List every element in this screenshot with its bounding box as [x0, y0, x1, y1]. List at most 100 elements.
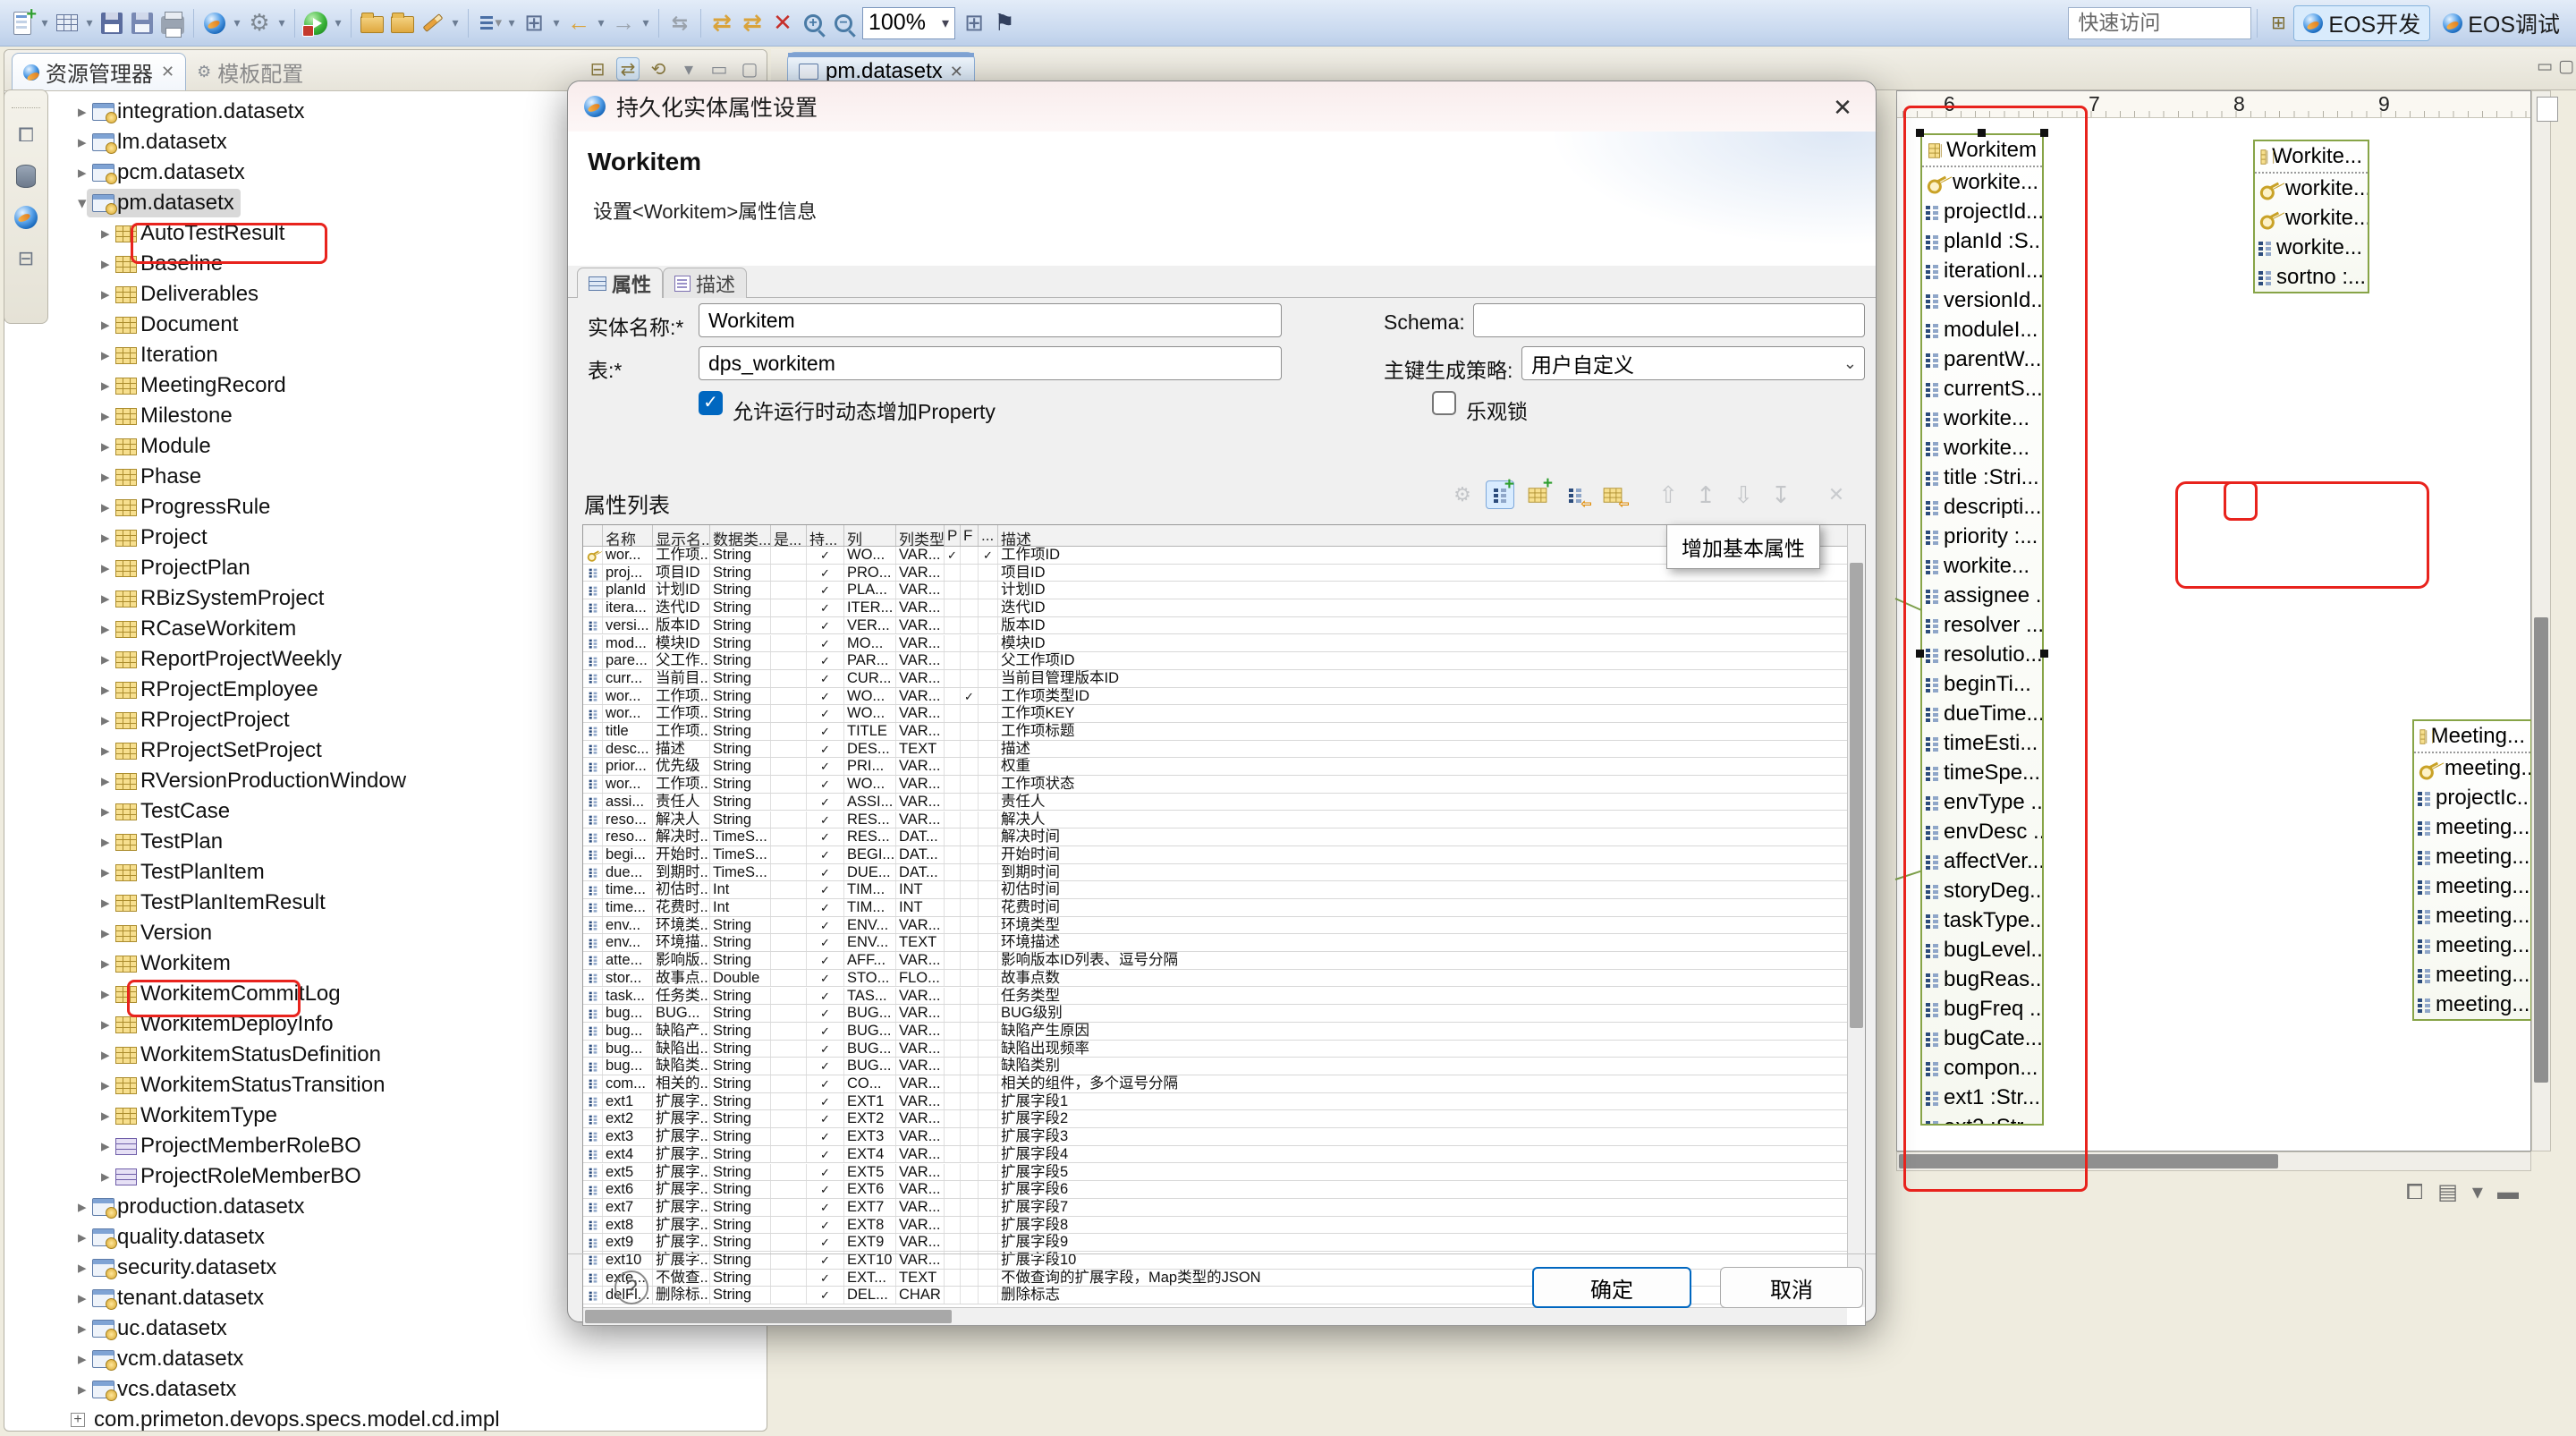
link-with-editor-icon[interactable]: ⇄: [616, 57, 640, 81]
entity-field[interactable]: ext2 :Str...: [1922, 1112, 2042, 1126]
table-row[interactable]: ext4扩展字...String✓EXT4VAR...扩展字段4: [583, 1146, 1847, 1164]
entity-field[interactable]: envType ...: [1922, 787, 2042, 817]
entity-field[interactable]: meeting...: [2414, 930, 2530, 960]
column-header[interactable]: 显示名...: [653, 525, 710, 546]
entity-field[interactable]: descripti...: [1922, 492, 2042, 522]
table-row[interactable]: ext2扩展字...String✓EXT2VAR...扩展字段2: [583, 1110, 1847, 1128]
save-all-icon[interactable]: [129, 10, 156, 37]
table-row[interactable]: ext3扩展字...String✓EXT3VAR...扩展字段3: [583, 1128, 1847, 1146]
restore-view-icon[interactable]: ⧠: [12, 121, 40, 149]
perspective-button-eos-dev[interactable]: EOS开发: [2293, 5, 2430, 41]
tree-item-vcs-datasetx[interactable]: ▸vcs.datasetx: [4, 1374, 767, 1405]
column-header[interactable]: 数据类...: [710, 525, 771, 546]
add-fk-property-icon[interactable]: ⇦: [1598, 480, 1627, 509]
chevron-right-icon[interactable]: ▸: [101, 467, 110, 488]
table-row[interactable]: proj...项目IDString✓PRO...VAR...项目ID: [583, 565, 1847, 582]
dynamic-property-checkbox[interactable]: ✓: [699, 391, 723, 415]
tree-item-vcm-datasetx[interactable]: ▸vcm.datasetx: [4, 1344, 767, 1374]
layout-grid-icon[interactable]: ⊞: [961, 10, 987, 37]
entity-field[interactable]: moduleI...: [1922, 315, 2042, 344]
entity-field[interactable]: currentS...: [1922, 374, 2042, 404]
perspective-button-eos-debug[interactable]: EOS调试: [2434, 5, 2569, 41]
entity-field[interactable]: bugReas...: [1922, 964, 2042, 994]
chevron-right-icon[interactable]: ▸: [101, 954, 110, 974]
entity-field[interactable]: assignee ...: [1922, 581, 2042, 610]
entity-field[interactable]: meeting...: [2414, 990, 2530, 1019]
minimize-editor-icon[interactable]: ▭: [2537, 56, 2553, 77]
delete-icon[interactable]: ✕: [769, 10, 796, 37]
chevron-right-icon[interactable]: ▸: [101, 984, 110, 1005]
chevron-right-icon[interactable]: ▸: [101, 741, 110, 761]
table-row[interactable]: wor...工作项...String✓WO...VAR...工作项状态: [583, 776, 1847, 794]
chevron-right-icon[interactable]: ▸: [101, 254, 110, 275]
table-row[interactable]: bug...缺陷出...String✓BUG...VAR...缺陷出现频率: [583, 1041, 1847, 1058]
entity-field[interactable]: dueTime...: [1922, 699, 2042, 728]
move-bottom-icon[interactable]: ↧: [1767, 480, 1795, 509]
import-folder-icon[interactable]: [389, 10, 416, 37]
dialog-close-button[interactable]: ✕: [1827, 92, 1858, 123]
chevron-right-icon[interactable]: ▸: [101, 315, 110, 336]
edit-pencil-icon[interactable]: [419, 10, 446, 37]
entity-field[interactable]: bugLevel...: [1922, 935, 2042, 964]
chevron-right-icon[interactable]: ▸: [78, 132, 87, 153]
column-header[interactable]: 是...: [771, 525, 807, 546]
prev-annotation-icon[interactable]: ⇄: [708, 10, 735, 37]
table-row[interactable]: stor...故事点...Double✓STO...FLO...故事点数: [583, 970, 1847, 988]
tree-item-com-primeton-devops-specs-model-cd-impl[interactable]: +com.primeton.devops.specs.model.cd.impl: [4, 1405, 767, 1431]
collapse-all-icon[interactable]: ⊟: [586, 57, 609, 81]
table-row[interactable]: ext8扩展字...String✓EXT8VAR...扩展字段8: [583, 1217, 1847, 1235]
entity-field[interactable]: meeting...: [2414, 842, 2530, 871]
maximize-icon[interactable]: ▢: [738, 57, 761, 81]
outline-grid-icon[interactable]: ⊞: [521, 10, 547, 37]
close-icon[interactable]: ✕: [161, 63, 174, 81]
add-reference-property-icon[interactable]: ⇦: [1561, 480, 1589, 509]
chevron-right-icon[interactable]: ▸: [101, 923, 110, 944]
move-up-icon[interactable]: ⇧: [1654, 480, 1682, 509]
chevron-right-icon[interactable]: ▸: [101, 497, 110, 518]
column-header[interactable]: [583, 525, 603, 546]
chevron-right-icon[interactable]: ▸: [78, 1228, 87, 1248]
table-name-input[interactable]: dps_workitem: [699, 346, 1282, 380]
dropdown-arrow-icon[interactable]: ▾: [549, 10, 564, 37]
tab-template-config[interactable]: ⚙ 模板配置: [186, 53, 314, 90]
chevron-right-icon[interactable]: ▸: [101, 528, 110, 548]
link-editor-icon[interactable]: ⇆: [666, 10, 693, 37]
dropdown-arrow-icon[interactable]: ▾: [504, 10, 519, 37]
pk-strategy-select[interactable]: 用户自定义⌄: [1521, 346, 1865, 380]
entity-field[interactable]: parentW...: [1922, 344, 2042, 374]
chevron-right-icon[interactable]: ▸: [101, 650, 110, 670]
table-row[interactable]: reso...解决时...TimeS...✓RES...DAT...解决时间: [583, 828, 1847, 846]
entity-field[interactable]: title :Stri...: [1922, 463, 2042, 492]
table-row[interactable]: bug...缺陷产...String✓BUG...VAR...缺陷产生原因: [583, 1023, 1847, 1041]
entity-field[interactable]: timeEsti...: [1922, 728, 2042, 758]
chevron-right-icon[interactable]: ▸: [101, 710, 110, 731]
open-folder-icon[interactable]: [359, 10, 386, 37]
view-menu-icon[interactable]: ▾: [677, 57, 700, 81]
table-row[interactable]: bug...缺陷类...String✓BUG...VAR...缺陷类别: [583, 1058, 1847, 1075]
chevron-right-icon[interactable]: ▸: [101, 619, 110, 640]
back-icon[interactable]: ←: [565, 10, 592, 37]
run-icon[interactable]: [302, 10, 329, 37]
entity-field[interactable]: resolutio...: [1922, 640, 2042, 669]
zoom-level-select[interactable]: 100% ▾: [862, 7, 955, 39]
chevron-right-icon[interactable]: ▸: [101, 1015, 110, 1035]
delete-property-icon[interactable]: ✕: [1822, 480, 1851, 509]
entity-field[interactable]: meeting...: [2414, 960, 2530, 990]
chevron-right-icon[interactable]: ▸: [78, 1319, 87, 1339]
dropdown-arrow-icon[interactable]: ▾: [38, 10, 52, 37]
diagram-editor-canvas[interactable]: 6789 Workitemworkite...projectId...planI…: [1896, 90, 2531, 1151]
chevron-right-icon[interactable]: ▸: [101, 285, 110, 305]
entity-field[interactable]: projectId...: [1922, 197, 2042, 226]
build-icon[interactable]: ⚙: [246, 10, 273, 37]
entity-box-workitem[interactable]: Workitemworkite...projectId...planId :S.…: [1920, 133, 2044, 1126]
entity-field[interactable]: planId :S...: [1922, 226, 2042, 256]
table-row[interactable]: bug...BUG...String✓BUG...VAR...BUG级别: [583, 1005, 1847, 1023]
add-complex-property-icon[interactable]: +: [1523, 480, 1552, 509]
entity-field[interactable]: meeting...: [2414, 901, 2530, 930]
table-row[interactable]: env...环境类...String✓ENV...VAR...环境类型: [583, 917, 1847, 935]
chevron-right-icon[interactable]: ▸: [101, 406, 110, 427]
dropdown-arrow-icon[interactable]: ▾: [331, 10, 345, 37]
entity-field[interactable]: sortno :...: [2255, 262, 2368, 292]
table-row[interactable]: ext7扩展字...String✓EXT7VAR...扩展字段7: [583, 1199, 1847, 1217]
save-icon[interactable]: [98, 10, 125, 37]
